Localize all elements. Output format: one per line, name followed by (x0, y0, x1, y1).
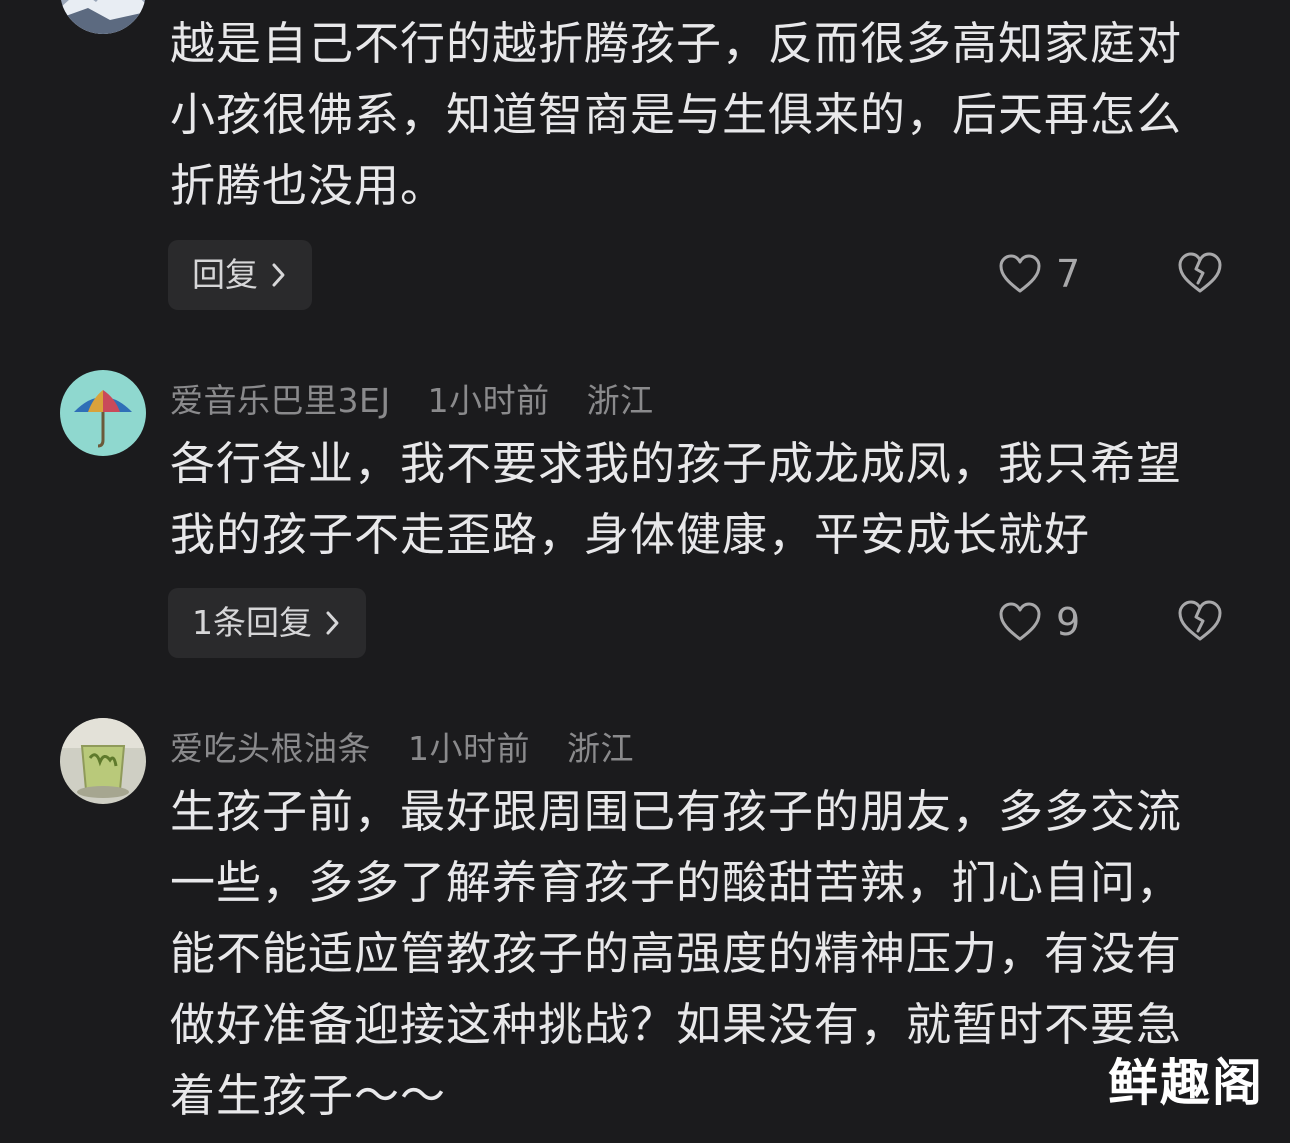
broken-heart-icon (1178, 252, 1222, 293)
user-avatar[interactable] (60, 0, 146, 34)
comment-location: 浙江 (586, 381, 654, 420)
comment-text-line: 生孩子前，最好跟周围已有孩子的朋友，多多交流 (170, 785, 1183, 838)
reply-button[interactable]: 回复 (168, 240, 312, 310)
username[interactable]: 爱音乐巴里3EJ (170, 381, 391, 420)
comment-text: 各行各业，我不要求我的孩子成龙成凤，我只希望 我的孩子不走歪路，身体健康，平安成… (170, 428, 1230, 570)
dislike-button[interactable] (1176, 598, 1224, 646)
like-count: 9 (1056, 600, 1081, 644)
heart-outline-icon (999, 254, 1041, 293)
watermark: 鲜趣阁 (1108, 1054, 1264, 1112)
landscape-avatar-icon (60, 0, 146, 34)
comment-text-line: 做好准备迎接这种挑战？如果没有，就暂时不要急 (170, 998, 1183, 1051)
username[interactable]: 爱吃头根油条 (170, 729, 371, 768)
tea-cup-avatar-icon (60, 718, 146, 804)
comment-text-line: 折腾也没用。 (170, 159, 447, 212)
like-button[interactable]: 7 (998, 244, 1080, 304)
comment-location: 浙江 (567, 729, 634, 768)
reply-button[interactable]: 1条回复 (168, 588, 366, 658)
broken-heart-icon (1178, 600, 1222, 641)
heart-outline-icon (999, 602, 1041, 641)
comment-time: 1小时前 (427, 381, 550, 420)
comment-text-line: 能不能适应管教孩子的高强度的精神压力，有没有 (170, 927, 1183, 980)
comment-text-line: 着生孩子～～ (170, 1069, 447, 1122)
like-count: 7 (1056, 252, 1081, 296)
chevron-right-icon (272, 263, 285, 287)
like-button[interactable]: 9 (998, 592, 1080, 652)
user-avatar[interactable] (60, 370, 146, 456)
comment-meta: 爱吃头根油条 1小时前 浙江 (170, 722, 660, 770)
reply-label: 回复 (192, 255, 258, 294)
umbrella-avatar-icon (60, 370, 146, 456)
comment-text-line: 各行各业，我不要求我的孩子成龙成凤，我只希望 (170, 437, 1183, 490)
reply-label: 1条回复 (192, 603, 312, 642)
user-avatar[interactable] (60, 718, 146, 804)
comment-text: 生孩子前，最好跟周围已有孩子的朋友，多多交流 一些，多多了解养育孩子的酸甜苦辣，… (170, 776, 1230, 1131)
comment-text: 越是自己不行的越折腾孩子，反而很多高知家庭对 小孩很佛系，知道智商是与生俱来的，… (170, 8, 1230, 221)
comment-time: 1小时前 (408, 729, 530, 768)
dislike-button[interactable] (1176, 250, 1224, 298)
comment-text-line: 一些，多多了解养育孩子的酸甜苦辣，扪心自问， (170, 856, 1183, 909)
comment-meta: 爱音乐巴里3EJ 1小时前 浙江 (170, 374, 680, 422)
comment-text-line: 小孩很佛系，知道智商是与生俱来的，后天再怎么 (170, 88, 1183, 141)
comment-text-line: 越是自己不行的越折腾孩子，反而很多高知家庭对 (170, 17, 1183, 70)
chevron-right-icon (326, 611, 339, 635)
comment-text-line: 我的孩子不走歪路，身体健康，平安成长就好 (170, 508, 1091, 561)
